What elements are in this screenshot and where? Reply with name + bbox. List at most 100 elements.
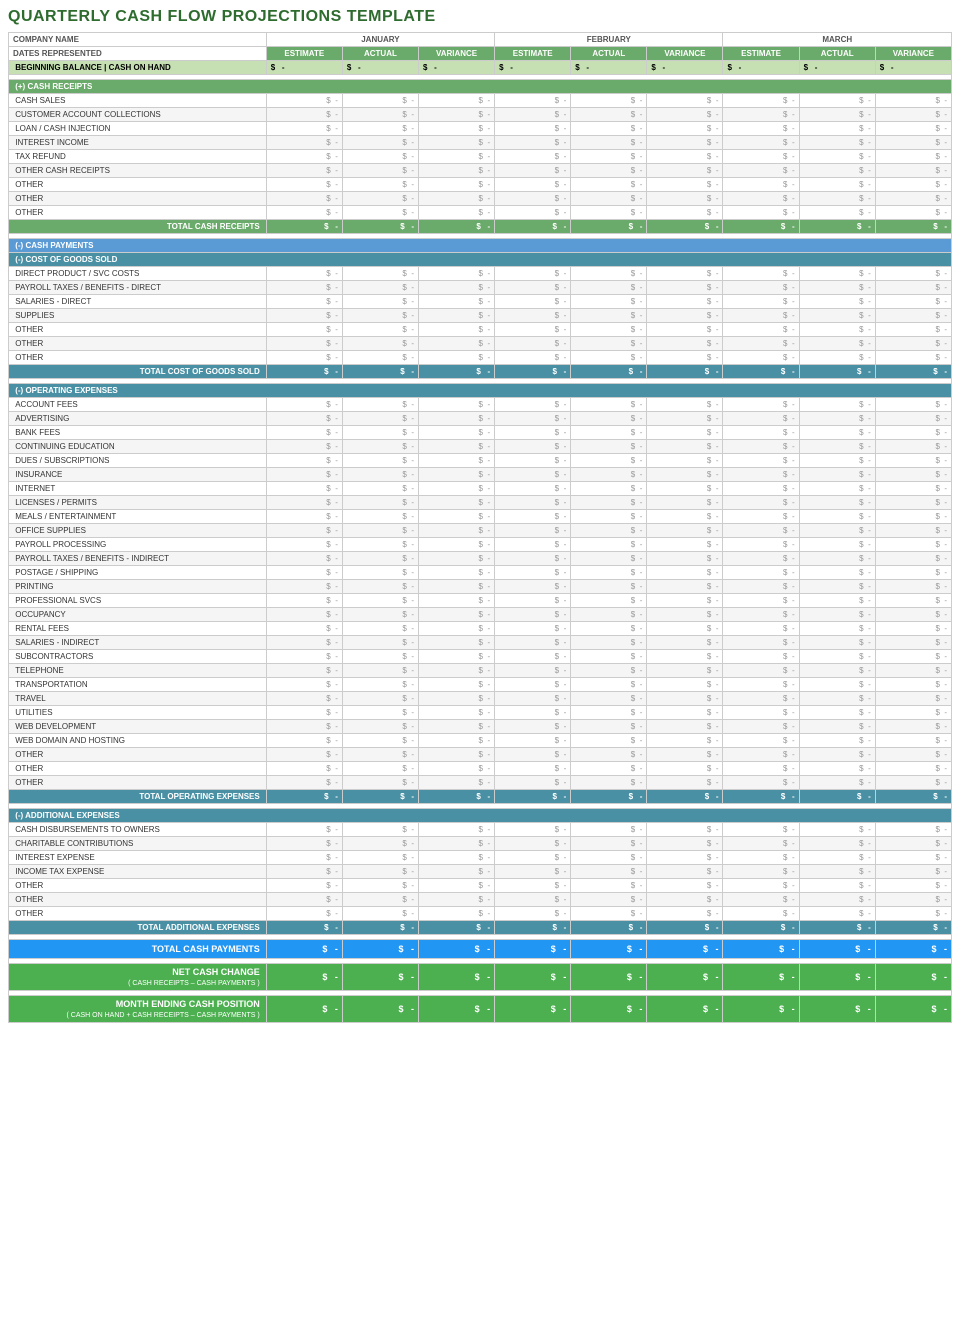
value-cell[interactable]: $ - [342, 412, 418, 426]
value-cell[interactable]: $ - [266, 650, 342, 664]
value-cell[interactable]: $ - [647, 837, 723, 851]
value-cell[interactable]: $ - [799, 206, 875, 220]
value-cell[interactable]: $ - [266, 664, 342, 678]
value-cell[interactable]: $ - [266, 412, 342, 426]
value-cell[interactable]: $ - [875, 538, 951, 552]
value-cell[interactable]: $ - [723, 552, 799, 566]
value-cell[interactable]: $ - [266, 538, 342, 552]
value-cell[interactable]: $ - [342, 879, 418, 893]
value-cell[interactable]: $ - [647, 468, 723, 482]
value-cell[interactable]: $ - [723, 108, 799, 122]
value-cell[interactable]: $ - [342, 734, 418, 748]
value-cell[interactable]: $ - [266, 594, 342, 608]
value-cell[interactable]: $ - [266, 636, 342, 650]
value-cell[interactable]: $ - [266, 851, 342, 865]
value-cell[interactable]: $ - [647, 440, 723, 454]
value-cell[interactable]: $ - [647, 337, 723, 351]
value-cell[interactable]: $ - [799, 398, 875, 412]
value-cell[interactable]: $ - [647, 552, 723, 566]
value-cell[interactable]: $ - [647, 267, 723, 281]
value-cell[interactable]: $ - [418, 267, 494, 281]
value-cell[interactable]: $ - [495, 865, 571, 879]
value-cell[interactable]: $ - [799, 594, 875, 608]
value-cell[interactable]: $ - [571, 496, 647, 510]
value-cell[interactable]: $ - [342, 524, 418, 538]
value-cell[interactable]: $ - [723, 776, 799, 790]
value-cell[interactable]: $ - [875, 762, 951, 776]
value-cell[interactable]: $ - [495, 94, 571, 108]
value-cell[interactable]: $ - [799, 664, 875, 678]
value-cell[interactable]: $ - [875, 122, 951, 136]
value-cell[interactable]: $ - [875, 552, 951, 566]
value-cell[interactable]: $ - [342, 136, 418, 150]
value-cell[interactable]: $ - [571, 622, 647, 636]
value-cell[interactable]: $ - [418, 636, 494, 650]
value-cell[interactable]: $ - [266, 295, 342, 309]
value-cell[interactable]: $ - [875, 178, 951, 192]
value-cell[interactable]: $ - [647, 94, 723, 108]
value-cell[interactable]: $ - [418, 426, 494, 440]
value-cell[interactable]: $ - [723, 580, 799, 594]
value-cell[interactable]: $ - [495, 323, 571, 337]
value-cell[interactable]: $ - [418, 678, 494, 692]
value-cell[interactable]: $ - [647, 776, 723, 790]
value-cell[interactable]: $ - [495, 893, 571, 907]
value-cell[interactable]: $ - [418, 762, 494, 776]
value-cell[interactable]: $ - [723, 762, 799, 776]
value-cell[interactable]: $ - [647, 706, 723, 720]
value-cell[interactable]: $ - [266, 734, 342, 748]
value-cell[interactable]: $ - [647, 636, 723, 650]
value-cell[interactable]: $ - [266, 337, 342, 351]
value-cell[interactable]: $ - [495, 164, 571, 178]
value-cell[interactable]: $ - [875, 323, 951, 337]
value-cell[interactable]: $ - [723, 281, 799, 295]
value-cell[interactable]: $ - [266, 468, 342, 482]
value-cell[interactable]: $ - [723, 482, 799, 496]
value-cell[interactable]: $ - [799, 267, 875, 281]
value-cell[interactable]: $ - [266, 454, 342, 468]
value-cell[interactable]: $ - [799, 748, 875, 762]
value-cell[interactable]: $ - [342, 398, 418, 412]
value-cell[interactable]: $ - [647, 281, 723, 295]
value-cell[interactable]: $ - [495, 851, 571, 865]
value-cell[interactable]: $ - [418, 206, 494, 220]
value-cell[interactable]: $ - [799, 136, 875, 150]
value-cell[interactable]: $ - [571, 566, 647, 580]
value-cell[interactable]: $ - [571, 108, 647, 122]
value-cell[interactable]: $ - [875, 426, 951, 440]
value-cell[interactable]: $ - [799, 636, 875, 650]
value-cell[interactable]: $ - [799, 608, 875, 622]
value-cell[interactable]: $ - [418, 594, 494, 608]
value-cell[interactable]: $ - [571, 440, 647, 454]
value-cell[interactable]: $ - [342, 762, 418, 776]
value-cell[interactable]: $ - [342, 622, 418, 636]
value-cell[interactable]: $ - [342, 337, 418, 351]
value-cell[interactable]: $ - [723, 823, 799, 837]
value-cell[interactable]: $ - [799, 823, 875, 837]
value-cell[interactable]: $ - [571, 608, 647, 622]
value-cell[interactable]: $ - [799, 720, 875, 734]
value-cell[interactable]: $ - [875, 893, 951, 907]
value-cell[interactable]: $ - [418, 412, 494, 426]
value-cell[interactable]: $ - [723, 566, 799, 580]
value-cell[interactable]: $ - [495, 748, 571, 762]
value-cell[interactable]: $ - [875, 454, 951, 468]
value-cell[interactable]: $ - [875, 851, 951, 865]
value-cell[interactable]: $ - [418, 734, 494, 748]
value-cell[interactable]: $ - [571, 720, 647, 734]
value-cell[interactable]: $ - [495, 337, 571, 351]
value-cell[interactable]: $ - [875, 468, 951, 482]
value-cell[interactable]: $ - [418, 136, 494, 150]
value-cell[interactable]: $ - [647, 664, 723, 678]
value-cell[interactable]: $ - [875, 412, 951, 426]
value-cell[interactable]: $ - [342, 150, 418, 164]
value-cell[interactable]: $ - [875, 351, 951, 365]
value-cell[interactable]: $ - [799, 295, 875, 309]
value-cell[interactable]: $ - [571, 323, 647, 337]
value-cell[interactable]: $ - [266, 150, 342, 164]
value-cell[interactable]: $ - [875, 622, 951, 636]
value-cell[interactable]: $ - [875, 580, 951, 594]
value-cell[interactable]: $ - [571, 650, 647, 664]
value-cell[interactable]: $ - [875, 692, 951, 706]
value-cell[interactable]: $ - [266, 192, 342, 206]
